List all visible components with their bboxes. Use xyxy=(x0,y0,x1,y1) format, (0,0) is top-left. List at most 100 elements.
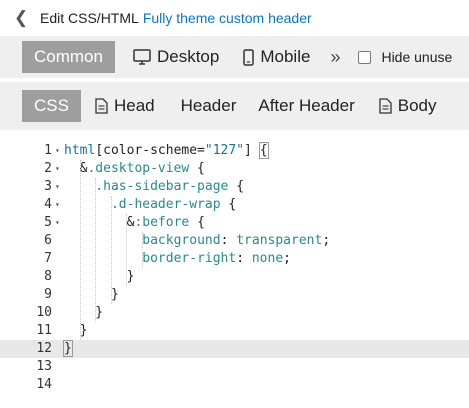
line-number: 7 xyxy=(44,251,52,266)
title-bar: ❮ Edit CSS/HTML Fully theme custom heade… xyxy=(0,0,469,36)
code-text: .d-header-wrap { xyxy=(64,196,236,214)
indent-guide xyxy=(126,214,128,286)
code-token: "127" xyxy=(204,143,245,158)
code-token: & xyxy=(64,215,135,230)
code-token: none xyxy=(251,251,284,266)
line-number: 10 xyxy=(36,305,52,320)
line-number: 4 xyxy=(44,197,52,212)
tab-body[interactable]: Body xyxy=(379,90,437,122)
hide-unused-checkbox[interactable] xyxy=(358,50,372,64)
mobile-icon xyxy=(243,48,255,66)
code-text: } xyxy=(63,340,73,358)
file-icon xyxy=(95,98,108,114)
line-number: 5 xyxy=(44,215,52,230)
code-token: border-right xyxy=(142,251,237,266)
code-token: [color-scheme= xyxy=(95,143,205,158)
line-number: 12 xyxy=(36,341,52,356)
code-text: } xyxy=(64,304,103,322)
desktop-icon xyxy=(133,49,151,65)
code-line[interactable]: 4 ▾ .d-header-wrap { xyxy=(0,196,469,214)
code-line[interactable]: 2 ▾ &.desktop-view { xyxy=(0,160,469,178)
code-line[interactable]: 6 background: transparent; xyxy=(0,232,469,250)
indent-guide xyxy=(142,232,143,268)
more-tabs-button[interactable]: » xyxy=(330,47,340,68)
tab-after-header-label: After Header xyxy=(258,96,355,115)
tab-css-label: CSS xyxy=(34,96,69,115)
tab-after-header[interactable]: After Header xyxy=(258,90,354,122)
fold-toggle-icon[interactable]: ▾ xyxy=(55,142,63,160)
code-text: background: transparent; xyxy=(64,232,330,250)
code-text: &.desktop-view { xyxy=(64,160,205,178)
code-editor[interactable]: 1 ▾ html[color-scheme="127"] {2 ▾ &.desktop… xyxy=(0,138,469,408)
code-token: ] xyxy=(244,143,260,158)
tab-mobile-label: Mobile xyxy=(260,47,311,66)
code-text: html[color-scheme="127"] { xyxy=(64,142,269,160)
line-number: 11 xyxy=(36,323,52,338)
indent-guide xyxy=(79,160,81,340)
fold-toggle-icon[interactable]: ▾ xyxy=(55,178,63,196)
code-token: { xyxy=(228,179,245,194)
code-token: ; xyxy=(283,251,291,266)
target-tabs: Common Desktop Mobile » Hide unuse xyxy=(0,36,469,78)
fold-toggle-icon[interactable]: ▾ xyxy=(55,160,63,178)
code-line[interactable]: 12} xyxy=(0,340,469,358)
code-token: background xyxy=(142,233,221,248)
tab-desktop-label: Desktop xyxy=(156,47,220,66)
tab-desktop[interactable]: Desktop xyxy=(133,41,219,73)
indent-guide xyxy=(95,178,97,322)
code-token: : xyxy=(220,233,237,248)
code-line[interactable]: 1 ▾ html[color-scheme="127"] { xyxy=(0,142,469,160)
chevron-left-icon[interactable]: ❮ xyxy=(14,8,40,28)
code-token: transparent xyxy=(236,233,323,248)
code-line[interactable]: 10 } xyxy=(0,304,469,322)
line-number: 2 xyxy=(44,161,52,176)
code-token: { xyxy=(189,215,205,230)
tab-head[interactable]: Head xyxy=(95,90,155,122)
file-icon xyxy=(379,98,392,114)
tab-header[interactable]: Header xyxy=(181,90,237,122)
code-line[interactable]: 8 } xyxy=(0,268,469,286)
code-text: .has-sidebar-page { xyxy=(64,178,244,196)
line-number: 3 xyxy=(44,179,52,194)
hide-unused-toggle[interactable]: Hide unuse xyxy=(358,49,452,65)
code-line[interactable]: 3 ▾ .has-sidebar-page { xyxy=(0,178,469,196)
code-token: { xyxy=(220,197,237,212)
code-token: & xyxy=(64,161,88,176)
tab-header-label: Header xyxy=(180,96,237,115)
line-number: 1 xyxy=(44,143,52,158)
code-token: : xyxy=(236,251,252,266)
code-line[interactable]: 11 } xyxy=(0,322,469,340)
tab-common[interactable]: Common xyxy=(22,41,115,73)
field-tabs: CSS Head Header After Header Body xyxy=(0,82,469,130)
code-text: } xyxy=(64,322,88,340)
code-token: .desktop-view xyxy=(87,161,190,176)
line-number: 6 xyxy=(44,233,52,248)
code-token: .has-sidebar-page xyxy=(95,179,229,194)
line-number: 9 xyxy=(44,287,52,302)
fold-toggle-icon[interactable]: ▾ xyxy=(55,214,63,232)
tab-css[interactable]: CSS xyxy=(22,90,81,122)
tab-mobile[interactable]: Mobile xyxy=(243,41,310,73)
code-line[interactable]: 9 } xyxy=(0,286,469,304)
hide-unused-label: Hide unuse xyxy=(381,49,453,65)
indent-guide xyxy=(110,196,112,304)
code-token: :before xyxy=(134,215,190,230)
code-line[interactable]: 5 ▾ &:before { xyxy=(0,214,469,232)
fold-toggle-icon[interactable]: ▾ xyxy=(55,196,63,214)
tab-common-label: Common xyxy=(34,47,103,66)
code-line[interactable]: 14 xyxy=(0,376,469,394)
code-text: } xyxy=(64,268,135,286)
code-token: } xyxy=(64,269,135,284)
code-line[interactable]: 7 border-right: none; xyxy=(0,250,469,268)
line-number: 8 xyxy=(44,269,52,284)
line-number: 13 xyxy=(36,359,52,374)
code-token: } xyxy=(64,323,88,338)
tab-head-label: Head xyxy=(113,96,155,115)
code-line[interactable]: 13 xyxy=(0,358,469,376)
code-token: } xyxy=(64,305,104,320)
code-token: html xyxy=(64,143,96,158)
theme-link[interactable]: Fully theme custom header xyxy=(143,10,312,26)
